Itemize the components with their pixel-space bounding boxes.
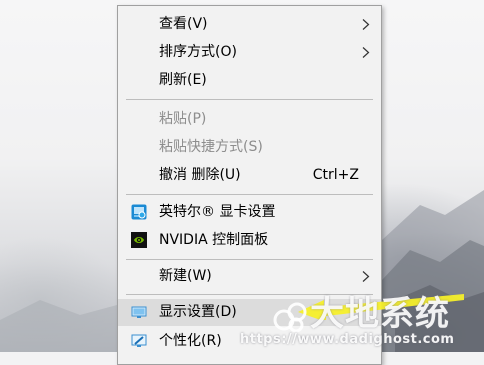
menu-item-paste-label: 粘贴(P) bbox=[159, 111, 207, 127]
menu-item-sort-by-label: 排序方式(O) bbox=[159, 44, 237, 60]
menu-item-intel-graphics-label: 英特尔® 显卡设置 bbox=[159, 204, 276, 220]
menu-item-new-label: 新建(W) bbox=[159, 268, 212, 284]
chevron-right-icon bbox=[362, 19, 370, 30]
menu-item-view[interactable]: 查看(V) bbox=[118, 11, 381, 38]
menu-item-sort-by[interactable]: 排序方式(O) bbox=[118, 39, 381, 66]
personalize-icon bbox=[131, 334, 147, 347]
menu-item-nvidia-control-panel-label: NVIDIA 控制面板 bbox=[159, 232, 269, 248]
menu-item-paste-shortcut-label: 粘贴快捷方式(S) bbox=[159, 139, 263, 155]
menu-item-paste-shortcut[interactable]: 粘贴快捷方式(S) bbox=[118, 134, 381, 161]
menu-item-undo-delete-label: 撤消 删除(U) bbox=[159, 167, 241, 183]
menu-item-undo-delete[interactable]: 撤消 删除(U) Ctrl+Z bbox=[118, 162, 381, 189]
menu-item-refresh-label: 刷新(E) bbox=[159, 72, 207, 88]
menu-item-view-label: 查看(V) bbox=[159, 16, 208, 32]
menu-item-personalize[interactable]: 个性化(R) bbox=[118, 328, 381, 355]
menu-separator bbox=[126, 259, 373, 260]
menu-separator bbox=[126, 194, 373, 195]
chevron-right-icon bbox=[362, 47, 370, 58]
menu-item-nvidia-control-panel[interactable]: NVIDIA 控制面板 bbox=[118, 227, 381, 254]
chevron-right-icon bbox=[362, 271, 370, 282]
menu-item-paste[interactable]: 粘贴(P) bbox=[118, 106, 381, 133]
menu-item-display-settings-label: 显示设置(D) bbox=[159, 304, 237, 320]
menu-item-personalize-label: 个性化(R) bbox=[159, 333, 222, 349]
desktop-context-menu: 查看(V) 排序方式(O) 刷新(E) 粘贴(P) 粘贴快捷方式(S) 撤消 删… bbox=[117, 5, 382, 365]
menu-separator bbox=[126, 99, 373, 100]
intel-graphics-icon bbox=[131, 204, 147, 220]
menu-item-intel-graphics[interactable]: 英特尔® 显卡设置 bbox=[118, 199, 381, 226]
menu-item-display-settings[interactable]: 显示设置(D) bbox=[118, 299, 381, 326]
menu-item-refresh[interactable]: 刷新(E) bbox=[118, 67, 381, 94]
nvidia-icon bbox=[131, 232, 147, 248]
menu-item-undo-shortcut: Ctrl+Z bbox=[312, 167, 359, 183]
menu-separator bbox=[126, 294, 373, 295]
menu-item-new[interactable]: 新建(W) bbox=[118, 263, 381, 290]
display-settings-icon bbox=[131, 306, 147, 318]
